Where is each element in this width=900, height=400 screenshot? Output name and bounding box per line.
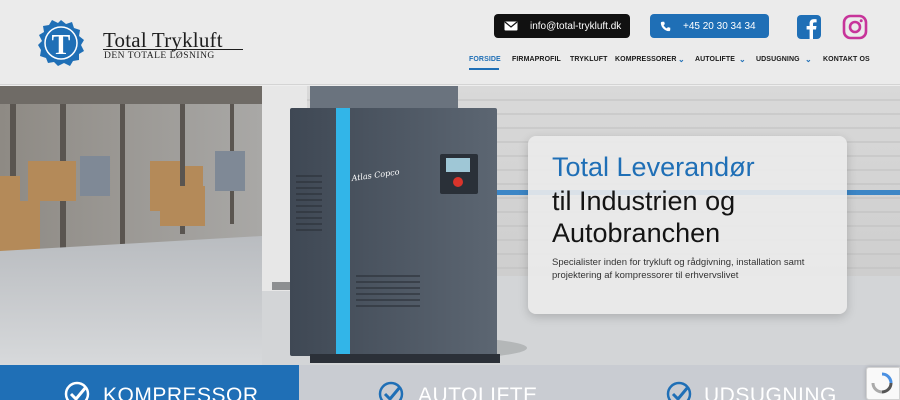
- check-badge-icon: [64, 381, 90, 400]
- chevron-down-icon[interactable]: ⌄: [805, 55, 812, 64]
- facebook-icon[interactable]: [796, 14, 822, 40]
- hero-description: Specialister inden for trykluft og rådgi…: [552, 257, 805, 281]
- hero-headline-line3: Autobranchen: [552, 218, 721, 248]
- feature-label: UDSUGNING: [704, 384, 837, 400]
- instagram-icon[interactable]: [842, 14, 868, 40]
- nav-udsugning[interactable]: UDSUGNING: [756, 56, 800, 63]
- nav-firmaprofil[interactable]: FIRMAPROFIL: [512, 56, 561, 63]
- brand-divider: [103, 49, 243, 50]
- hero-headline-line1: Total Leverandør: [552, 152, 755, 182]
- feature-box-kompressor[interactable]: KOMPRESSOR: [0, 365, 299, 400]
- nav-forside[interactable]: FORSIDE: [469, 56, 501, 63]
- hero-section: Atlas Copco Total Leverandør til Industr…: [0, 86, 900, 365]
- logo-letter: T: [52, 30, 71, 61]
- chevron-down-icon[interactable]: ⌄: [739, 55, 746, 64]
- email-text: info@total-trykluft.dk: [530, 20, 622, 32]
- feature-box-udsugning[interactable]: UDSUGNING: [599, 365, 900, 400]
- nav-trykluft[interactable]: TRYKLUFT: [570, 56, 607, 63]
- phone-icon: [660, 21, 671, 31]
- nav-kompressorer[interactable]: KOMPRESSORER: [615, 56, 677, 63]
- chevron-down-icon[interactable]: ⌄: [678, 55, 685, 64]
- phone-text: +45 20 30 34 34: [683, 20, 756, 32]
- feature-label: AUTOLIFTE: [418, 384, 538, 400]
- nav-kontakt-os[interactable]: KONTAKT OS: [823, 56, 870, 63]
- recaptcha-icon: [871, 372, 893, 394]
- phone-button[interactable]: +45 20 30 34 34: [650, 14, 769, 38]
- logo-icon[interactable]: T: [31, 20, 91, 66]
- feature-label: KOMPRESSOR: [103, 384, 259, 400]
- envelope-icon: [504, 21, 518, 31]
- check-badge-icon: [666, 381, 692, 400]
- hero-headline-line2: til Industrien og: [552, 186, 736, 216]
- nav-active-underline: [469, 68, 499, 70]
- email-button[interactable]: info@total-trykluft.dk: [494, 14, 630, 38]
- recaptcha-badge[interactable]: [866, 367, 900, 400]
- check-badge-icon: [378, 381, 404, 400]
- site-header: T Total Trykluft DEN TOTALE LØSNING info…: [0, 0, 900, 85]
- nav-autolifte[interactable]: AUTOLIFTE: [695, 56, 735, 63]
- brand-tagline: DEN TOTALE LØSNING: [104, 51, 215, 61]
- feature-box-autolifte[interactable]: AUTOLIFTE: [299, 365, 599, 400]
